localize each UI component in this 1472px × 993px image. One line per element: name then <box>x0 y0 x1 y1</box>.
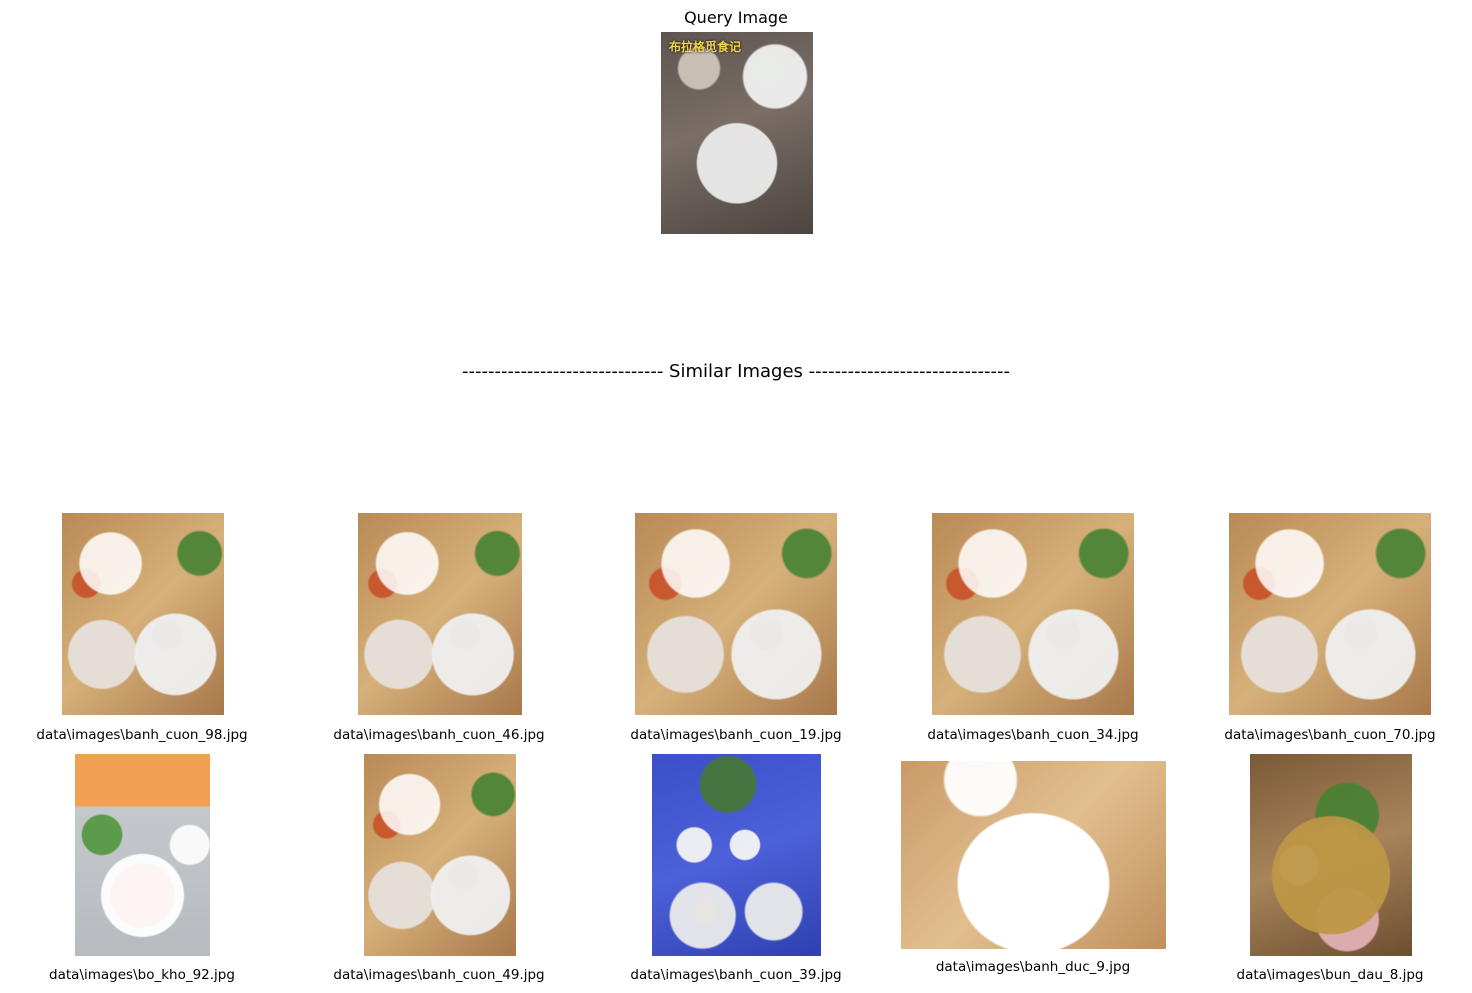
result-caption-8: data\images\banh_cuon_39.jpg <box>630 967 842 983</box>
result-image-10[interactable] <box>1250 754 1412 956</box>
result-image-9[interactable] <box>901 761 1166 949</box>
result-image-6[interactable] <box>75 754 210 956</box>
result-caption-10: data\images\bun_dau_8.jpg <box>1236 967 1424 983</box>
result-image-3[interactable] <box>635 513 837 715</box>
result-caption-9: data\images\banh_duc_9.jpg <box>935 959 1131 975</box>
result-caption-5: data\images\banh_cuon_70.jpg <box>1224 727 1436 743</box>
result-caption-6: data\images\bo_kho_92.jpg <box>49 967 235 983</box>
query-image: 布拉格觅食记 <box>661 32 813 234</box>
result-image-7[interactable] <box>364 754 516 956</box>
result-caption-4: data\images\banh_cuon_34.jpg <box>927 727 1139 743</box>
result-image-4[interactable] <box>932 513 1134 715</box>
query-image-overlay-text: 布拉格觅食记 <box>669 40 742 54</box>
result-caption-7: data\images\banh_cuon_49.jpg <box>333 967 545 983</box>
result-caption-1: data\images\banh_cuon_98.jpg <box>36 727 248 743</box>
result-caption-3: data\images\banh_cuon_19.jpg <box>630 727 842 743</box>
result-image-5[interactable] <box>1229 513 1431 715</box>
result-image-1[interactable] <box>62 513 224 715</box>
query-image-title: Query Image <box>684 8 788 27</box>
similar-images-heading: ------------------------------- Similar … <box>461 361 1010 382</box>
result-caption-2: data\images\banh_cuon_46.jpg <box>333 727 545 743</box>
result-image-8[interactable] <box>652 754 821 956</box>
result-image-2[interactable] <box>358 513 522 715</box>
